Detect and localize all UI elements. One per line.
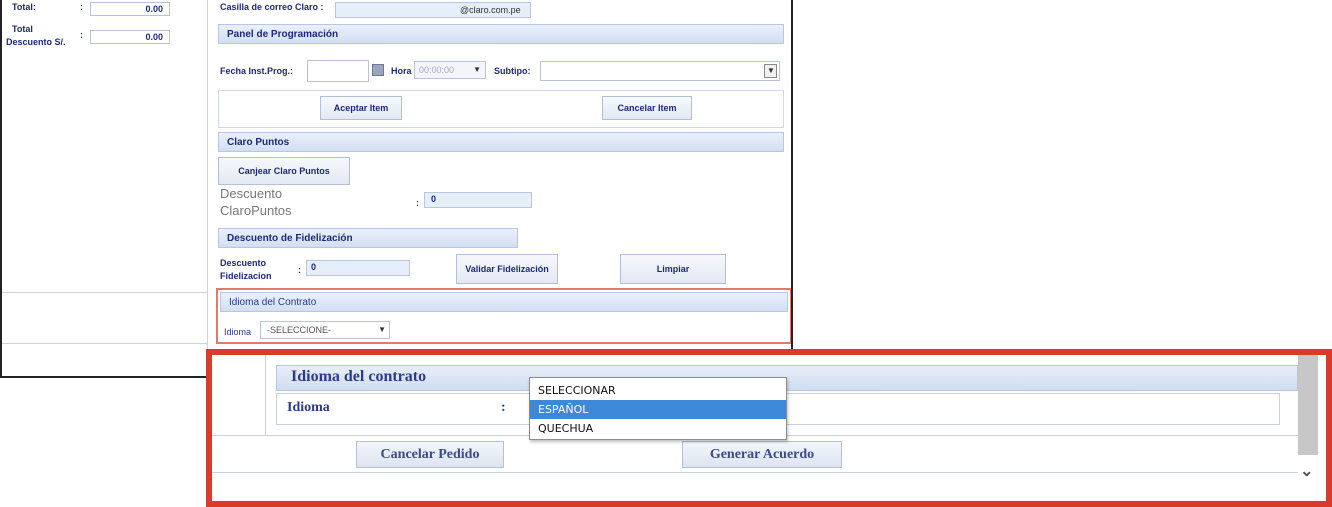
claro-points-discount-value: 0 bbox=[431, 194, 437, 204]
total-discount-value: 0.00 bbox=[145, 32, 163, 42]
contract-language-select[interactable]: -SELECCIONE- ▼ bbox=[260, 321, 390, 339]
loyalty-colon: : bbox=[298, 265, 301, 275]
dropdown-option-espanol[interactable]: ESPAÑOL bbox=[530, 400, 786, 419]
contract-language-label: Idioma bbox=[224, 327, 252, 337]
email-label: Casilla de correo Claro : bbox=[220, 2, 324, 12]
total-value: 0.00 bbox=[145, 4, 163, 14]
contract-language-header: Idioma del Contrato bbox=[220, 292, 788, 312]
total-discount-colon: : bbox=[80, 30, 83, 40]
loyalty-discount-header: Descuento de Fidelización bbox=[218, 228, 518, 248]
language-colon: : bbox=[501, 400, 506, 415]
chevron-down-icon: ▼ bbox=[767, 66, 775, 75]
email-domain: @claro.com.pe bbox=[460, 5, 521, 15]
claro-points-colon: : bbox=[416, 198, 419, 208]
install-date-input[interactable] bbox=[307, 60, 369, 82]
hour-label: Hora bbox=[391, 66, 412, 76]
programming-buttons-row bbox=[218, 90, 784, 128]
dropdown-option-seleccionar[interactable]: SELECCIONAR bbox=[530, 381, 786, 400]
loyalty-discount-value: 0 bbox=[311, 262, 317, 272]
dropdown-option-quechua[interactable]: QUECHUA bbox=[530, 419, 786, 438]
programming-panel-header: Panel de Programación bbox=[218, 24, 784, 44]
total-colon: : bbox=[80, 2, 83, 12]
contract-language-select-value: -SELECCIONE- bbox=[267, 325, 332, 335]
language-dropdown-list[interactable]: SELECCIONAR ESPAÑOL QUECHUA bbox=[529, 377, 787, 440]
hour-select[interactable]: 00:00:00 ▼ bbox=[414, 61, 486, 79]
language-label: Idioma bbox=[287, 400, 330, 415]
hour-value: 00:00:00 bbox=[419, 65, 455, 75]
total-discount-label-b: Descuento S/. bbox=[6, 37, 66, 47]
total-discount-label-a: Total bbox=[12, 24, 33, 34]
subtype-label: Subtipo: bbox=[494, 66, 531, 76]
claro-points-header: Claro Puntos bbox=[218, 132, 784, 152]
validate-loyalty-button[interactable]: Validar Fidelización bbox=[456, 254, 558, 284]
claro-points-discount-field: 0 bbox=[424, 192, 532, 208]
clear-button[interactable]: Limpiar bbox=[620, 254, 726, 284]
contract-language-header-band: Idioma del contrato bbox=[276, 365, 1298, 391]
divider bbox=[212, 472, 1298, 473]
accept-item-button[interactable]: Aceptar Item bbox=[320, 96, 402, 120]
chevron-down-icon: ▼ bbox=[473, 65, 481, 74]
left-lane bbox=[212, 355, 266, 435]
calendar-icon[interactable] bbox=[372, 64, 384, 76]
divider bbox=[2, 292, 208, 293]
totals-column: Total: : 0.00 Total Descuento S/. : 0.00 bbox=[2, 0, 208, 376]
divider bbox=[2, 343, 208, 344]
zoomed-contract-language-panel: Idioma del contrato Idioma : ⌄ Cancelar … bbox=[206, 349, 1332, 507]
redeem-claro-points-button[interactable]: Canjear Claro Puntos bbox=[218, 157, 350, 185]
form-screenshot-panel: Total: : 0.00 Total Descuento S/. : 0.00… bbox=[0, 0, 793, 378]
total-label: Total: bbox=[12, 2, 36, 12]
generate-agreement-button[interactable]: Generar Acuerdo bbox=[682, 441, 842, 468]
claro-points-discount-label-a: Descuento bbox=[220, 186, 283, 201]
contract-language-zoom-header: Idioma del contrato bbox=[291, 368, 427, 385]
total-field: 0.00 bbox=[90, 2, 170, 16]
total-discount-field: 0.00 bbox=[90, 30, 170, 44]
claro-points-discount-label-b: ClaroPuntos bbox=[220, 203, 292, 218]
cancel-order-button[interactable]: Cancelar Pedido bbox=[356, 441, 504, 468]
install-date-label: Fecha Inst.Prog.: bbox=[220, 66, 294, 76]
chevron-down-icon[interactable]: ⌄ bbox=[1300, 461, 1313, 481]
dropdown-button[interactable]: ▼ bbox=[764, 64, 777, 78]
email-field[interactable]: @claro.com.pe bbox=[335, 2, 531, 18]
loyalty-discount-label-a: Descuento bbox=[220, 258, 267, 268]
subtype-select[interactable]: ▼ bbox=[540, 61, 780, 81]
loyalty-discount-label-b: Fidelizacion bbox=[220, 271, 272, 281]
cancel-item-button[interactable]: Cancelar Item bbox=[602, 96, 692, 120]
scrollbar-thumb[interactable] bbox=[1298, 355, 1318, 455]
chevron-down-icon: ▼ bbox=[378, 325, 386, 334]
loyalty-discount-field: 0 bbox=[306, 260, 410, 276]
